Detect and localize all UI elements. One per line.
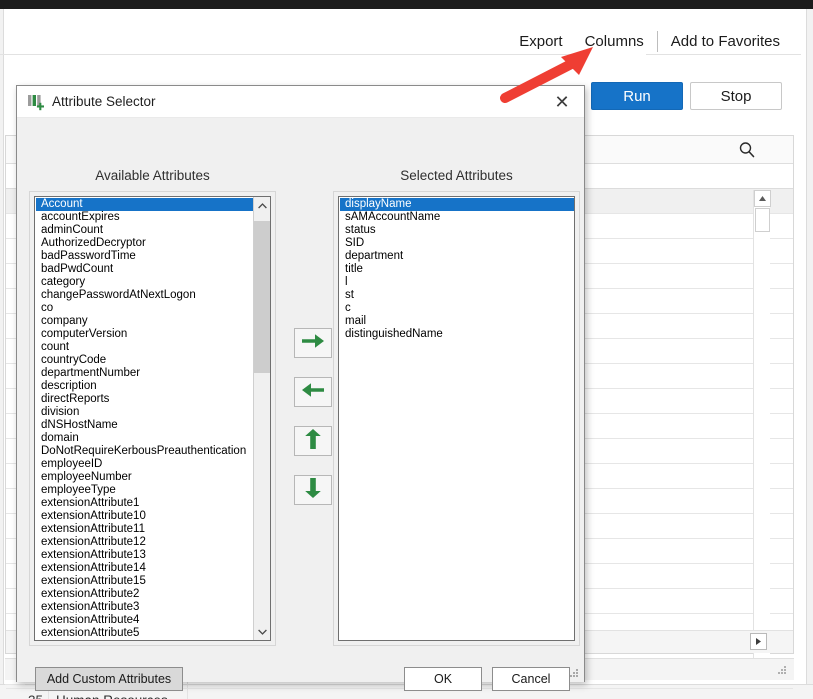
available-attribute-item[interactable]: extensionAttribute14 [36,562,253,575]
available-attribute-item[interactable]: extensionAttribute4 [36,614,253,627]
available-attribute-item[interactable]: domain [36,432,253,445]
move-left-button[interactable] [294,377,332,407]
available-attribute-item[interactable]: countryCode [36,354,253,367]
grid-scroll-right-button[interactable] [750,633,767,650]
stop-button[interactable]: Stop [690,82,782,110]
grid-scroll-thumb[interactable] [754,208,770,232]
up-arrow-icon [304,428,322,455]
available-attributes-label: Available Attributes [95,168,210,183]
available-attribute-item[interactable]: employeeID [36,458,253,471]
available-attribute-item[interactable]: description [36,380,253,393]
right-arrow-icon [301,332,325,355]
screenshot-root: Export Columns Add to Favorites Run Stop… [0,0,813,699]
available-attribute-item[interactable]: directReports [36,393,253,406]
selected-attribute-item[interactable]: mail [340,315,574,328]
available-attribute-item[interactable]: company [36,315,253,328]
toolbar-links: Export Columns Add to Favorites [508,31,791,52]
available-attribute-item[interactable]: extensionAttribute15 [36,575,253,588]
title-cell [187,689,227,699]
available-attribute-item[interactable]: employeeType [36,484,253,497]
columns-link[interactable]: Columns [574,33,655,50]
available-attribute-item[interactable]: dNSHostName [36,419,253,432]
columns-active-underline [576,54,646,56]
cancel-button[interactable]: Cancel [492,667,570,691]
available-attribute-item[interactable]: extensionAttribute2 [36,588,253,601]
available-attributes-items[interactable]: Account accountExpires adminCount Authorize… [35,197,253,640]
dialog-resize-grip[interactable] [570,669,580,679]
available-attribute-item[interactable]: division [36,406,253,419]
selected-attribute-item[interactable]: displayName [340,198,574,211]
selected-attribute-item[interactable]: sAMAccountName [340,211,574,224]
selected-attributes-listbox[interactable]: displayName sAMAccountName status SID depart… [338,196,575,641]
available-scroll-up-icon[interactable] [254,197,270,214]
available-attribute-item[interactable]: extensionAttribute10 [36,510,253,523]
available-attribute-item[interactable]: badPwdCount [36,263,253,276]
available-attribute-item[interactable]: extensionAttribute11 [36,523,253,536]
available-attribute-item[interactable]: adminCount [36,224,253,237]
export-link[interactable]: Export [508,33,573,50]
available-attribute-item[interactable]: count [36,341,253,354]
move-down-button[interactable] [294,475,332,505]
toolbar-separator [656,31,658,52]
search-icon[interactable] [737,140,757,160]
app-right-edge [806,9,813,699]
move-up-button[interactable] [294,426,332,456]
dialog-title-bar[interactable]: Attribute Selector ✕ [17,86,584,118]
selected-attribute-item[interactable]: SID [340,237,574,250]
selected-attribute-item[interactable]: l [340,276,574,289]
move-right-button[interactable] [294,328,332,358]
add-custom-attributes-button[interactable]: Add Custom Attributes [35,667,183,691]
app-resize-grip[interactable] [778,666,788,676]
available-list-scrollbar[interactable] [253,197,270,640]
selected-attribute-item[interactable]: c [340,302,574,315]
down-arrow-icon [304,477,322,504]
available-attributes-frame: Account accountExpires adminCount Authorize… [29,191,276,646]
available-attributes-listbox[interactable]: Account accountExpires adminCount Authorize… [34,196,271,641]
available-attribute-item[interactable]: extensionAttribute1 [36,497,253,510]
available-attribute-item[interactable]: accountExpires [36,211,253,224]
window-title-strip [0,0,813,9]
available-attribute-item[interactable]: Account [36,198,253,211]
selected-attribute-item[interactable]: st [340,289,574,302]
selected-attribute-item[interactable]: status [340,224,574,237]
available-attribute-item[interactable]: DoNotRequireKerbousPreauthentication [36,445,253,458]
toolbar-divider [0,54,801,55]
selected-attributes-frame: displayName sAMAccountName status SID depart… [333,191,580,646]
available-attribute-item[interactable]: extensionAttribute3 [36,601,253,614]
available-attribute-item[interactable]: extensionAttribute5 [36,627,253,640]
dialog-body: Available Attributes Selected Attributes… [17,118,584,691]
attribute-selector-dialog: Attribute Selector ✕ Available Attribute… [16,85,585,691]
available-attribute-item[interactable]: computerVersion [36,328,253,341]
available-attribute-item[interactable]: employeeNumber [36,471,253,484]
grid-vertical-scrollbar[interactable] [753,190,771,674]
dialog-title: Attribute Selector [52,94,156,109]
close-icon[interactable]: ✕ [550,91,574,113]
available-attribute-item[interactable]: category [36,276,253,289]
available-scroll-down-icon[interactable] [254,623,270,640]
selected-attributes-label: Selected Attributes [400,168,513,183]
app-left-edge [0,9,4,699]
available-attribute-item[interactable]: departmentNumber [36,367,253,380]
available-attribute-item[interactable]: extensionAttribute12 [36,536,253,549]
left-arrow-icon [301,381,325,404]
ok-button[interactable]: OK [404,667,482,691]
columns-add-icon [27,93,45,111]
available-attribute-item[interactable]: badPasswordTime [36,250,253,263]
grid-scroll-up-button[interactable] [754,190,771,207]
selected-attribute-item[interactable]: title [340,263,574,276]
available-scroll-track[interactable] [254,214,270,623]
available-attribute-item[interactable]: co [36,302,253,315]
available-attribute-item[interactable]: extensionAttribute13 [36,549,253,562]
add-to-favorites-link[interactable]: Add to Favorites [660,33,791,50]
available-attribute-item[interactable]: changePasswordAtNextLogon [36,289,253,302]
selected-attribute-item[interactable]: department [340,250,574,263]
selected-attribute-item[interactable]: distinguishedName [340,328,574,341]
available-scroll-thumb[interactable] [254,221,270,373]
available-attribute-item[interactable]: AuthorizedDecryptor [36,237,253,250]
run-button[interactable]: Run [591,82,683,110]
selected-attributes-items[interactable]: displayName sAMAccountName status SID depart… [339,197,574,640]
